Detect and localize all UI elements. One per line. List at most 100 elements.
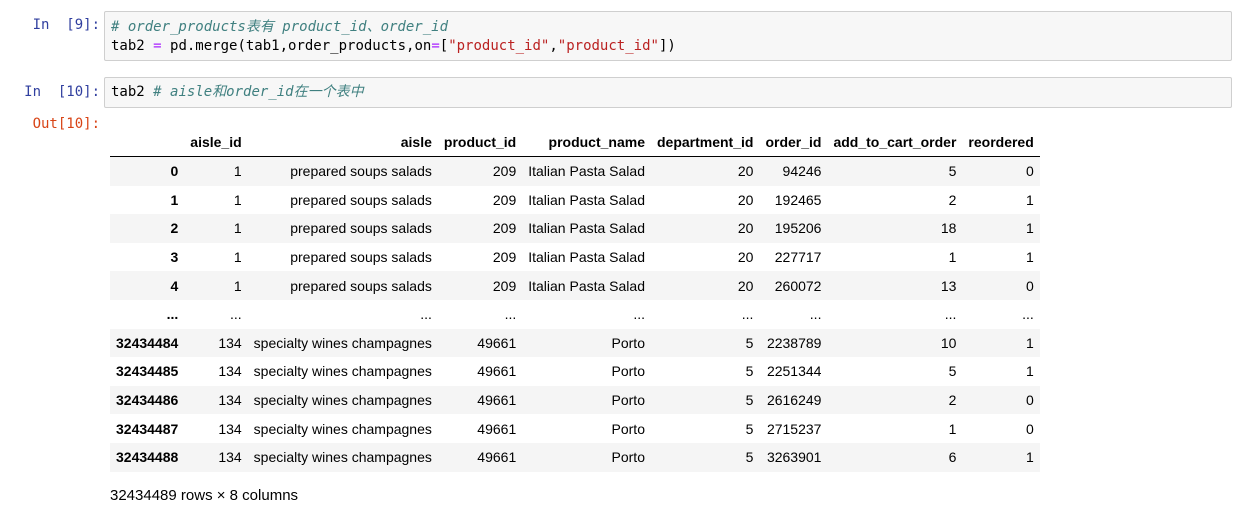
table-cell: 6 bbox=[948, 449, 957, 466]
table-row: 32434486 134 specialty wines champagnes 496… bbox=[110, 385, 1040, 415]
code-line-1: # order_products表有 product_id、order_id bbox=[111, 18, 1225, 37]
table-cell: specialty wines champagnes bbox=[253, 420, 432, 437]
code-token: ]) bbox=[658, 38, 676, 54]
table-cell: ... bbox=[230, 306, 242, 323]
table-cell: 2251344 bbox=[766, 363, 822, 380]
table-cell: 1 bbox=[1025, 191, 1034, 208]
table-cell: specialty wines champagnes bbox=[253, 363, 432, 380]
code-string: "product_id" bbox=[557, 38, 659, 54]
code-operator: = bbox=[431, 38, 440, 54]
table-cell: ... bbox=[420, 306, 432, 323]
code-cell-10[interactable]: tab2 # aisle和order_id在一个表中 bbox=[104, 77, 1232, 108]
row-index: ... bbox=[166, 306, 179, 323]
table-cell: 0 bbox=[1025, 392, 1034, 409]
table-cell: 0 bbox=[1025, 420, 1034, 437]
table-cell: 209 bbox=[492, 163, 517, 180]
table-cell: 1 bbox=[1025, 249, 1034, 266]
table-cell: 134 bbox=[218, 363, 242, 380]
row-index: 32434488 bbox=[116, 449, 179, 466]
table-row: 32434488 134 specialty wines champagnes 496… bbox=[110, 442, 1040, 472]
table-cell: Italian Pasta Salad bbox=[528, 191, 645, 208]
table-cell: 20 bbox=[737, 163, 754, 180]
code-cell-9[interactable]: # order_products表有 product_id、order_id t… bbox=[104, 11, 1232, 61]
table-cell: 0 bbox=[1025, 163, 1034, 180]
input-prompt-10: In [10]: bbox=[24, 84, 100, 100]
code-line-2: tab2 = pd.merge(tab1,order_products,on=[… bbox=[111, 37, 1225, 56]
table-row: 32434484 134 specialty wines champagnes 496… bbox=[110, 328, 1040, 358]
table-cell: 49661 bbox=[477, 449, 517, 466]
table-cell: 1 bbox=[948, 249, 957, 266]
table-cell: 49661 bbox=[477, 363, 517, 380]
table-cell: 2715237 bbox=[766, 420, 822, 437]
table-cell: Porto bbox=[611, 363, 645, 380]
table-cell: specialty wines champagnes bbox=[253, 334, 432, 351]
table-row: 0 1 prepared soups salads 209 Italian Pasta … bbox=[110, 156, 1040, 186]
table-cell: specialty wines champagnes bbox=[253, 449, 432, 466]
column-header: reordered bbox=[962, 128, 1040, 157]
table-cell: Italian Pasta Salad bbox=[528, 277, 645, 294]
code-token: tab2 bbox=[111, 38, 154, 54]
table-cell: 20 bbox=[737, 277, 754, 294]
column-header: add_to_cart_order bbox=[827, 128, 963, 157]
row-index: 32434484 bbox=[116, 334, 179, 351]
table-cell: 260072 bbox=[774, 277, 822, 294]
table-cell: 209 bbox=[492, 277, 517, 294]
table-cell: 13 bbox=[940, 277, 957, 294]
code-comment: # order_products表有 product_id、order_id bbox=[111, 19, 449, 35]
table-cell: 20 bbox=[737, 191, 754, 208]
table-cell: Porto bbox=[611, 449, 645, 466]
table-cell: ... bbox=[504, 306, 517, 323]
row-index: 32434486 bbox=[116, 392, 179, 409]
table-cell: 49661 bbox=[477, 392, 517, 409]
code-comment: # aisle和order_id在一个表中 bbox=[153, 84, 364, 100]
column-header: aisle bbox=[247, 128, 438, 157]
table-row: 32434485 134 specialty wines champagnes 496… bbox=[110, 357, 1040, 386]
table-cell: ... bbox=[809, 306, 822, 323]
table-cell: 209 bbox=[492, 220, 517, 237]
table-row: 4 1 prepared soups salads 209 Italian Pasta … bbox=[110, 271, 1040, 300]
table-cell: 1 bbox=[233, 163, 242, 180]
table-cell: 2616249 bbox=[766, 392, 822, 409]
table-cell: 209 bbox=[492, 191, 517, 208]
table-cell: 49661 bbox=[477, 334, 517, 351]
code-token: , bbox=[549, 38, 558, 54]
table-cell: prepared soups salads bbox=[290, 191, 432, 208]
table-cell: 20 bbox=[737, 249, 754, 266]
table-cell: 1 bbox=[1025, 363, 1034, 380]
table-cell: 49661 bbox=[477, 420, 517, 437]
row-index: 32434487 bbox=[116, 420, 179, 437]
table-cell: 1 bbox=[233, 191, 242, 208]
input-prompt-9: In [9]: bbox=[32, 17, 100, 33]
table-cell: 2 bbox=[948, 191, 957, 208]
table-cell: 5 bbox=[745, 449, 754, 466]
code-operator: = bbox=[153, 38, 162, 54]
column-header: product_name bbox=[522, 128, 651, 157]
table-cell: 134 bbox=[218, 334, 242, 351]
table-cell: ... bbox=[633, 306, 645, 323]
code-token: pd.merge(tab1,order_products,on bbox=[161, 38, 432, 54]
table-cell: 134 bbox=[218, 449, 242, 466]
table-row: ........................... bbox=[110, 299, 1040, 329]
table-cell: prepared soups salads bbox=[290, 163, 432, 180]
row-index: 1 bbox=[170, 191, 179, 208]
table-cell: Porto bbox=[611, 420, 645, 437]
column-header: aisle_id bbox=[184, 128, 248, 157]
table-cell: 2 bbox=[948, 392, 957, 409]
table-cell: Italian Pasta Salad bbox=[528, 249, 645, 266]
table-cell: 1 bbox=[233, 277, 242, 294]
table-cell: 5 bbox=[745, 420, 754, 437]
table-cell: 18 bbox=[940, 220, 957, 237]
table-cell: 1 bbox=[1025, 449, 1034, 466]
table-cell: 2238789 bbox=[766, 334, 822, 351]
table-cell: Italian Pasta Salad bbox=[528, 163, 645, 180]
table-cell: 5 bbox=[745, 334, 754, 351]
table-cell: Porto bbox=[611, 392, 645, 409]
table-row: 3 1 prepared soups salads 209 Italian Pasta … bbox=[110, 242, 1040, 272]
table-cell: 5 bbox=[745, 363, 754, 380]
row-index: 32434485 bbox=[116, 363, 179, 380]
column-header bbox=[110, 128, 185, 157]
column-header: department_id bbox=[650, 128, 760, 157]
table-cell: 94246 bbox=[782, 163, 822, 180]
table-row: 1 1 prepared soups salads 209 Italian Pasta … bbox=[110, 185, 1040, 215]
column-header: order_id bbox=[759, 128, 828, 157]
